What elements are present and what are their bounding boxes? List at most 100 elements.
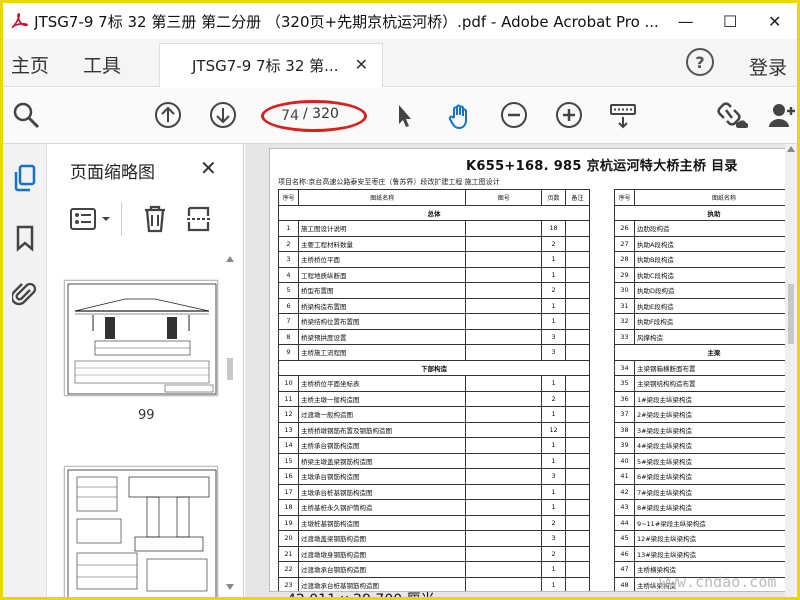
scroll-mode-icon[interactable]: [606, 98, 640, 132]
maximize-button[interactable]: ☐: [708, 3, 753, 39]
help-icon[interactable]: ?: [686, 48, 714, 76]
login-button[interactable]: 登录: [749, 53, 787, 80]
cell-code: [465, 561, 543, 578]
cell-code: [465, 375, 543, 392]
cell-pages: 1: [541, 266, 566, 283]
left-rail: [3, 144, 47, 597]
attachment-icon[interactable]: [9, 278, 41, 310]
cell-name: 主桥桥位平面坐标表: [297, 375, 467, 392]
cell-name: 桥梁预拱度设置: [297, 328, 467, 345]
title-bar: JTSG7-9 7标 32 第三册 第二分册 （320页+先期京杭运河桥）.pd…: [3, 3, 797, 39]
tools-tab[interactable]: 工具: [83, 51, 121, 78]
cell-name: 桥型布置图: [297, 282, 467, 299]
cell-code: [465, 390, 543, 407]
thumbnail-panel: 页面缩略图 ✕ 99: [48, 144, 244, 597]
search-zoom-icon[interactable]: [9, 98, 43, 132]
cell-name: 主桥承台钢筋构造图: [297, 437, 467, 454]
section-heading: 执助: [614, 204, 797, 221]
select-cursor-icon[interactable]: [387, 98, 421, 132]
close-button[interactable]: ✕: [752, 3, 797, 39]
cell-code: [465, 576, 543, 591]
cell-no: 29: [614, 266, 635, 283]
zoom-in-icon[interactable]: [552, 98, 586, 132]
cell-no: 1: [278, 220, 299, 237]
bookmark-icon[interactable]: [9, 222, 41, 254]
cell-pages: 2: [541, 235, 566, 252]
page-thumbnail-100[interactable]: [64, 466, 218, 597]
table-row: 10 主桥桥位平面坐标表 1: [278, 375, 590, 392]
index-table-right: 序号 图纸名称 执助 26 边肋段构造 27 执助A段构造 28 执助B段构造 29 执助C段构…: [614, 189, 797, 591]
document-scrollbar[interactable]: [785, 144, 797, 597]
add-user-icon[interactable]: [765, 98, 797, 132]
document-tab[interactable]: JTSG7-9 7标 32 第... ✕: [159, 43, 383, 87]
zoom-out-icon[interactable]: [497, 98, 531, 132]
thumbnail-label: 99: [138, 408, 155, 423]
options-menu-icon[interactable]: [70, 206, 114, 232]
table-row: 12 过渡墩一般构造图 1: [278, 406, 590, 423]
hand-tool-icon[interactable]: [443, 98, 477, 132]
cell-code: [465, 452, 543, 469]
table-row: 主梁: [614, 344, 797, 361]
cell-pages: 12: [541, 421, 566, 438]
home-tab[interactable]: 主页: [11, 51, 49, 78]
tab-close-icon[interactable]: ✕: [355, 55, 368, 74]
table-row: 18 主桥基桩永久钢护筒构造 1: [278, 499, 590, 516]
cell-name: 主墩承台桩基钢筋构造图: [297, 483, 467, 500]
cell-no: 46: [614, 545, 635, 562]
cell-name: 主墩承台钢筋构造图: [297, 468, 467, 485]
cell-name: 过渡墩盖梁钢筋构造图: [297, 530, 467, 547]
previous-page-icon[interactable]: [151, 98, 185, 132]
cell-name: 桥梁结构位置布置图: [297, 313, 467, 330]
toolbar: / 320: [3, 88, 797, 144]
cell-name: 主桥基桩永久钢护筒构造: [297, 499, 467, 516]
page-thumbnails-icon[interactable]: [9, 162, 41, 194]
section-heading: 下部构造: [278, 359, 590, 376]
col-header-name: 图纸名称: [633, 189, 797, 206]
cell-code: [465, 437, 543, 454]
cell-notes: [565, 452, 590, 469]
table-row: 46 13#梁段主纵梁构造: [614, 545, 797, 562]
page-thumbnail-99[interactable]: [64, 280, 218, 396]
cell-code: [465, 297, 543, 314]
cell-notes: [565, 406, 590, 423]
next-page-icon[interactable]: [206, 98, 240, 132]
cell-no: 8: [278, 328, 299, 345]
table-row: 14 主桥承台钢筋构造图 1: [278, 437, 590, 454]
cell-name: 12#梁段主纵梁构造: [633, 530, 797, 547]
cell-name: 13#梁段主纵梁构造: [633, 545, 797, 562]
cell-no: 41: [614, 468, 635, 485]
table-row: 32 执助F段构造: [614, 313, 797, 330]
minimize-button[interactable]: —: [663, 3, 708, 39]
delete-trash-icon[interactable]: [142, 204, 168, 234]
acrobat-app-icon[interactable]: [7, 8, 32, 34]
cell-no: 6: [278, 297, 299, 314]
table-row: 11 主桥主墩一般构造图 2: [278, 390, 590, 407]
table-row: 9 主桥施工流程图 3: [278, 344, 590, 361]
cell-code: [465, 282, 543, 299]
table-row: 21 过渡墩墩身钢筋构造图 2: [278, 545, 590, 562]
thumbnail-scrollbar[interactable]: [224, 254, 236, 594]
table-row: 22 过渡墩承台钢筋构造图 1: [278, 561, 590, 578]
cell-no: 5: [278, 282, 299, 299]
extract-pages-icon[interactable]: [186, 204, 212, 234]
cell-pages: 1: [541, 561, 566, 578]
document-tab-label: JTSG7-9 7标 32 第...: [192, 57, 339, 75]
table-row: 16 主墩承台钢筋构造图 3: [278, 468, 590, 485]
pdf-page: K655+168. 985 京杭运河特大桥主桥 目录 项目名称:京台高速公路泰安…: [269, 148, 797, 592]
cell-no: 11: [278, 390, 299, 407]
share-link-icon[interactable]: [715, 98, 749, 132]
cell-no: 4: [278, 266, 299, 283]
cell-name: 5#梁段主纵梁构造: [633, 452, 797, 469]
cell-name: 施工图设计说明: [297, 220, 467, 237]
cell-name: 9~11#梁段主纵梁构造: [633, 514, 797, 531]
cell-code: [465, 421, 543, 438]
table-row: 31 执助E段构造: [614, 297, 797, 314]
cell-notes: [565, 421, 590, 438]
cell-no: 28: [614, 251, 635, 268]
table-row: 17 主墩承台桩基钢筋构造图 1: [278, 483, 590, 500]
cell-name: 主桥主墩一般构造图: [297, 390, 467, 407]
cell-code: [465, 514, 543, 531]
panel-close-icon[interactable]: ✕: [200, 156, 217, 180]
cell-pages: 3: [541, 468, 566, 485]
document-view: K655+168. 985 京杭运河特大桥主桥 目录 项目名称:京台高速公路泰安…: [245, 144, 797, 597]
